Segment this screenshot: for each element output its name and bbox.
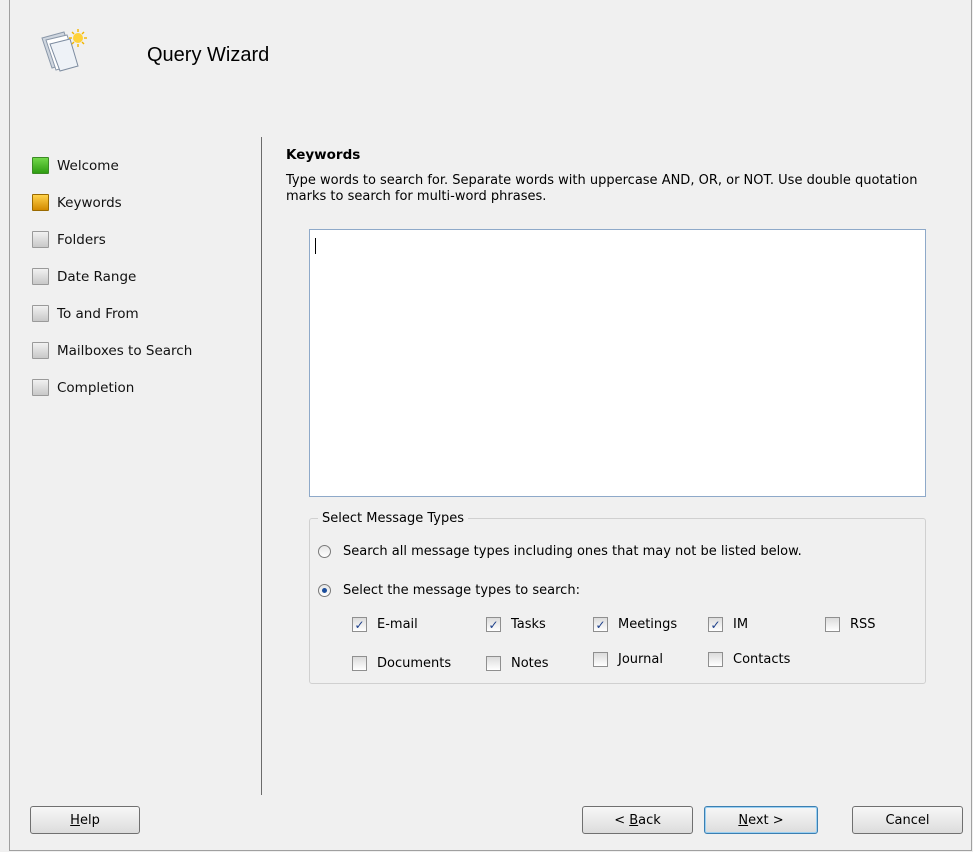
step-mailboxes: Mailboxes to Search [32,332,192,369]
page-heading: Keywords [286,147,361,163]
step-label: Welcome [57,157,119,174]
checkbox-label: IM [733,617,749,632]
step-status-done-icon [32,157,49,174]
checkbox-box[interactable] [352,656,367,671]
radio-select-types[interactable]: Select the message types to search: [318,583,580,598]
checkmark-icon[interactable]: ✓ [352,617,367,632]
step-to-and-from: To and From [32,295,192,332]
text-caret [315,238,316,254]
back-button[interactable]: < Back [582,806,693,834]
checkmark-icon[interactable]: ✓ [593,617,608,632]
help-button-label: Help [70,812,100,828]
checkbox-label: RSS [850,617,876,632]
checkbox-contacts[interactable]: Contacts [708,652,790,667]
radio-search-all[interactable]: Search all message types including ones … [318,544,802,559]
radio-button[interactable] [318,545,331,558]
checkbox-meetings[interactable]: ✓ Meetings [593,617,677,632]
next-button-label: Next > [738,812,784,828]
step-keywords: Keywords [32,184,192,221]
step-status-pending-icon [32,231,49,248]
page-description: Type words to search for. Separate words… [286,173,918,204]
vertical-divider [261,137,262,795]
checkbox-im[interactable]: ✓ IM [708,617,748,632]
checkbox-label: Contacts [733,652,791,667]
back-button-label: < Back [614,812,661,828]
keywords-input[interactable] [309,229,926,497]
checkbox-documents[interactable]: Documents [352,656,451,671]
help-button[interactable]: Help [30,806,140,834]
step-label: Date Range [57,268,137,285]
checkbox-label: Journal [618,652,663,667]
checkbox-box[interactable] [593,652,608,667]
checkbox-label: E-mail [377,617,418,632]
wizard-steps: Welcome Keywords Folders Date Range To a… [32,147,192,406]
step-label: Keywords [57,194,122,211]
checkbox-email[interactable]: ✓ E-mail [352,617,418,632]
step-label: To and From [57,305,139,322]
step-label: Folders [57,231,106,248]
checkbox-box[interactable] [708,652,723,667]
radio-label: Select the message types to search: [343,583,580,598]
step-folders: Folders [32,221,192,258]
wizard-title: Query Wizard [147,44,270,66]
checkmark-icon[interactable]: ✓ [486,617,501,632]
checkbox-box[interactable] [825,617,840,632]
checkbox-box[interactable] [486,656,501,671]
message-types-group: Select Message Types Search all message … [309,511,926,684]
step-completion: Completion [32,369,192,406]
step-label: Mailboxes to Search [57,342,193,359]
checkbox-notes[interactable]: Notes [486,656,549,671]
checkbox-rss[interactable]: RSS [825,617,876,632]
checkbox-tasks[interactable]: ✓ Tasks [486,617,546,632]
checkmark-icon[interactable]: ✓ [708,617,723,632]
step-date-range: Date Range [32,258,192,295]
step-status-pending-icon [32,379,49,396]
checkbox-label: Documents [377,656,452,671]
wizard-document-icon [41,29,87,72]
step-status-pending-icon [32,305,49,322]
cancel-button-label: Cancel [885,812,930,828]
cancel-button[interactable]: Cancel [852,806,963,834]
radio-button-selected[interactable] [318,584,331,597]
checkbox-journal[interactable]: Journal [593,652,663,667]
step-status-pending-icon [32,268,49,285]
checkbox-label: Meetings [618,617,678,632]
checkbox-label: Notes [511,656,549,671]
step-label: Completion [57,379,135,396]
step-status-pending-icon [32,342,49,359]
step-welcome: Welcome [32,147,192,184]
checkbox-label: Tasks [511,617,546,632]
next-button[interactable]: Next > [704,806,818,834]
step-status-current-icon [32,194,49,211]
group-legend: Select Message Types [318,511,468,526]
radio-label: Search all message types including ones … [343,544,802,559]
